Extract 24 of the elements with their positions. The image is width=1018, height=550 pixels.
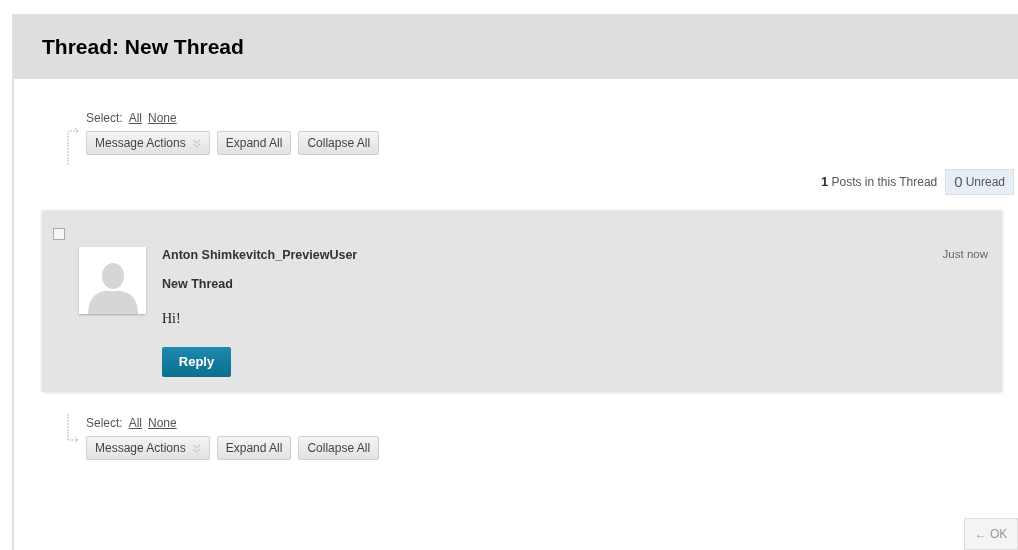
toolbar-button[interactable]: Collapse All [298, 436, 380, 460]
select-link[interactable]: All [128, 109, 143, 127]
page-title: Thread: New Thread [42, 34, 244, 61]
toolbar-button[interactable]: Expand All [216, 436, 292, 460]
select-link[interactable]: All [128, 414, 143, 432]
post-subject: New Thread [162, 275, 234, 293]
chevron-down-icon [191, 138, 201, 148]
post-author[interactable]: Anton Shimkevitch_PreviewUser [162, 246, 943, 265]
toolbar-button[interactable]: Collapse All [298, 131, 380, 155]
message-actions-dropdown[interactable]: Message Actions [86, 131, 210, 155]
select-link[interactable]: None [148, 109, 177, 127]
avatar-placeholder [79, 247, 146, 314]
select-link[interactable]: None [148, 414, 177, 432]
toolbar-button[interactable]: Expand All [216, 131, 292, 155]
message-actions-dropdown[interactable]: Message Actions [86, 436, 210, 460]
select-label: Select: [86, 110, 123, 127]
select-label: Select: [86, 415, 123, 432]
chevron-down-icon [191, 443, 201, 453]
unread-count-badge[interactable]: 0 Unread [945, 169, 1014, 195]
posts-count-text: 1 Posts in this Thread [820, 173, 938, 192]
reply-button[interactable]: Reply [162, 346, 231, 377]
post-time: Just now [942, 247, 988, 262]
post-checkbox[interactable] [53, 228, 65, 240]
post-body: Hi! [162, 309, 182, 328]
